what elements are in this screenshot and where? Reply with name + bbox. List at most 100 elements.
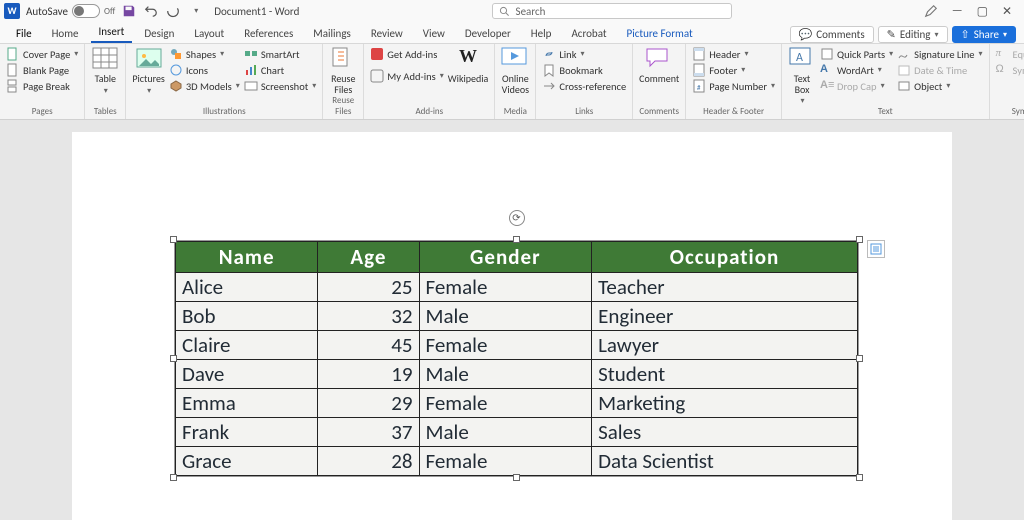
document-title: Document1 - Word xyxy=(214,5,299,18)
text-box-button[interactable]: A Text Box▾ xyxy=(788,46,816,106)
share-button[interactable]: ⇧ Share ▾ xyxy=(952,26,1017,43)
title-bar: W AutoSave Off ▾ Document1 - Word Search… xyxy=(0,0,1024,22)
screenshot-button[interactable]: Screenshot▾ xyxy=(244,78,316,94)
table-row: Grace28FemaleData Scientist xyxy=(176,447,858,476)
tab-mailings[interactable]: Mailings xyxy=(305,24,359,43)
editing-mode-button[interactable]: ✎ Editing ▾ xyxy=(878,26,948,43)
tab-acrobat[interactable]: Acrobat xyxy=(563,24,614,43)
footer-button[interactable]: Footer▾ xyxy=(692,62,775,78)
my-addins-button[interactable]: My Add-ins▾ xyxy=(370,68,443,84)
pictures-button[interactable]: Pictures▾ xyxy=(132,46,165,97)
resize-handle-bl[interactable] xyxy=(170,474,177,481)
cell-name: Bob xyxy=(176,302,318,331)
rotate-handle-icon[interactable]: ⟳ xyxy=(509,210,525,226)
chart-button[interactable]: Chart xyxy=(244,62,316,78)
tab-design[interactable]: Design xyxy=(136,24,182,43)
cell-name: Grace xyxy=(176,447,318,476)
selected-picture-object[interactable]: ⟳ Name Age Gender Occupation xyxy=(174,240,859,477)
object-button[interactable]: Object▾ xyxy=(897,78,982,94)
tab-picture-format[interactable]: Picture Format xyxy=(619,24,701,43)
wordart-button[interactable]: AWordArt▾ xyxy=(820,62,893,78)
shapes-button[interactable]: Shapes▾ xyxy=(169,46,240,62)
group-media: Online Videos Media xyxy=(495,44,536,119)
group-label-links: Links xyxy=(542,106,626,119)
search-input[interactable]: Search xyxy=(492,3,732,19)
symbol-button: ΩSymbol▾ xyxy=(996,62,1024,78)
group-reuse-files: Reuse Files Reuse Files xyxy=(323,44,364,119)
tab-insert[interactable]: Insert xyxy=(91,22,133,43)
tab-developer[interactable]: Developer xyxy=(457,24,519,43)
tab-help[interactable]: Help xyxy=(523,24,560,43)
undo-icon[interactable] xyxy=(143,3,159,19)
tab-view[interactable]: View xyxy=(415,24,453,43)
smartart-button[interactable]: SmartArt xyxy=(244,46,316,62)
resize-handle-br[interactable] xyxy=(856,474,863,481)
cell-gender: Male xyxy=(419,360,592,389)
ribbon: Cover Page▾ Blank Page Page Break Pages … xyxy=(0,44,1024,120)
icons-button[interactable]: Icons xyxy=(169,62,240,78)
online-videos-button[interactable]: Online Videos xyxy=(501,46,529,95)
table-row: Alice25FemaleTeacher xyxy=(176,273,858,302)
cover-page-button[interactable]: Cover Page▾ xyxy=(6,46,78,62)
group-label-text: Text xyxy=(788,106,982,119)
resize-handle-tr[interactable] xyxy=(856,236,863,243)
3d-models-button[interactable]: 3D Models▾ xyxy=(169,78,240,94)
resize-handle-tl[interactable] xyxy=(170,236,177,243)
group-links: Link▾ Bookmark Cross-reference Links xyxy=(536,44,633,119)
header-button[interactable]: Header▾ xyxy=(692,46,775,62)
minimize-button[interactable]: — xyxy=(952,4,963,18)
document-workspace[interactable]: ⟳ Name Age Gender Occupation xyxy=(0,120,1024,520)
word-app-icon: W xyxy=(4,3,20,19)
page-break-button[interactable]: Page Break xyxy=(6,78,78,94)
blank-page-button[interactable]: Blank Page xyxy=(6,62,78,78)
link-button[interactable]: Link▾ xyxy=(542,46,626,62)
autosave-toggle[interactable]: AutoSave Off xyxy=(26,4,115,18)
tab-home[interactable]: Home xyxy=(44,24,87,43)
maximize-button[interactable]: ▢ xyxy=(977,4,988,19)
bookmark-button[interactable]: Bookmark xyxy=(542,62,626,78)
th-occupation: Occupation xyxy=(592,242,858,273)
quick-parts-button[interactable]: Quick Parts▾ xyxy=(820,46,893,62)
close-button[interactable]: ✕ xyxy=(1002,4,1012,19)
tab-layout[interactable]: Layout xyxy=(186,24,232,43)
resize-handle-bm[interactable] xyxy=(513,474,520,481)
page-number-button[interactable]: #Page Number▾ xyxy=(692,78,775,94)
cross-reference-button[interactable]: Cross-reference xyxy=(542,78,626,94)
get-addins-button[interactable]: Get Add-ins xyxy=(370,46,443,62)
table-button[interactable]: Table▾ xyxy=(91,46,119,97)
qat-dropdown-icon[interactable]: ▾ xyxy=(188,3,204,19)
group-symbols: πEquation▾ ΩSymbol▾ ⌄ Symbols xyxy=(990,44,1024,119)
cell-gender: Female xyxy=(419,389,592,418)
pen-icon[interactable] xyxy=(924,4,938,18)
table-row: Claire45FemaleLawyer xyxy=(176,331,858,360)
resize-handle-mr[interactable] xyxy=(856,355,863,362)
signature-line-button[interactable]: Signature Line▾ xyxy=(897,46,982,62)
comment-button[interactable]: Comment xyxy=(639,46,679,84)
toggle-switch-icon[interactable] xyxy=(72,4,100,18)
resize-handle-ml[interactable] xyxy=(170,355,177,362)
cell-name: Emma xyxy=(176,389,318,418)
drop-cap-button: A≡Drop Cap▾ xyxy=(820,78,893,94)
search-icon xyxy=(499,6,510,17)
autosave-label: AutoSave xyxy=(26,5,68,18)
th-name: Name xyxy=(176,242,318,273)
reuse-files-button[interactable]: Reuse Files xyxy=(329,46,357,95)
comments-button[interactable]: 💬 Comments xyxy=(790,26,874,43)
redo-icon[interactable] xyxy=(165,3,181,19)
cell-age: 25 xyxy=(318,273,419,302)
tab-review[interactable]: Review xyxy=(363,24,411,43)
group-illustrations: Pictures▾ Shapes▾ Icons 3D Models▾ Smart… xyxy=(126,44,323,119)
embedded-table: Name Age Gender Occupation Alice25Female… xyxy=(175,241,858,476)
table-row: Dave19MaleStudent xyxy=(176,360,858,389)
search-placeholder: Search xyxy=(516,5,546,18)
resize-handle-tm[interactable] xyxy=(513,236,520,243)
tab-file[interactable]: File xyxy=(8,24,40,43)
tab-references[interactable]: References xyxy=(236,24,301,43)
layout-options-icon[interactable] xyxy=(867,240,885,258)
cell-gender: Female xyxy=(419,273,592,302)
cell-occupation: Engineer xyxy=(592,302,858,331)
save-icon[interactable] xyxy=(121,3,137,19)
autosave-state: Off xyxy=(104,6,115,17)
wikipedia-button[interactable]: W Wikipedia xyxy=(448,46,489,84)
group-header-footer: Header▾ Footer▾ #Page Number▾ Header & F… xyxy=(686,44,782,119)
